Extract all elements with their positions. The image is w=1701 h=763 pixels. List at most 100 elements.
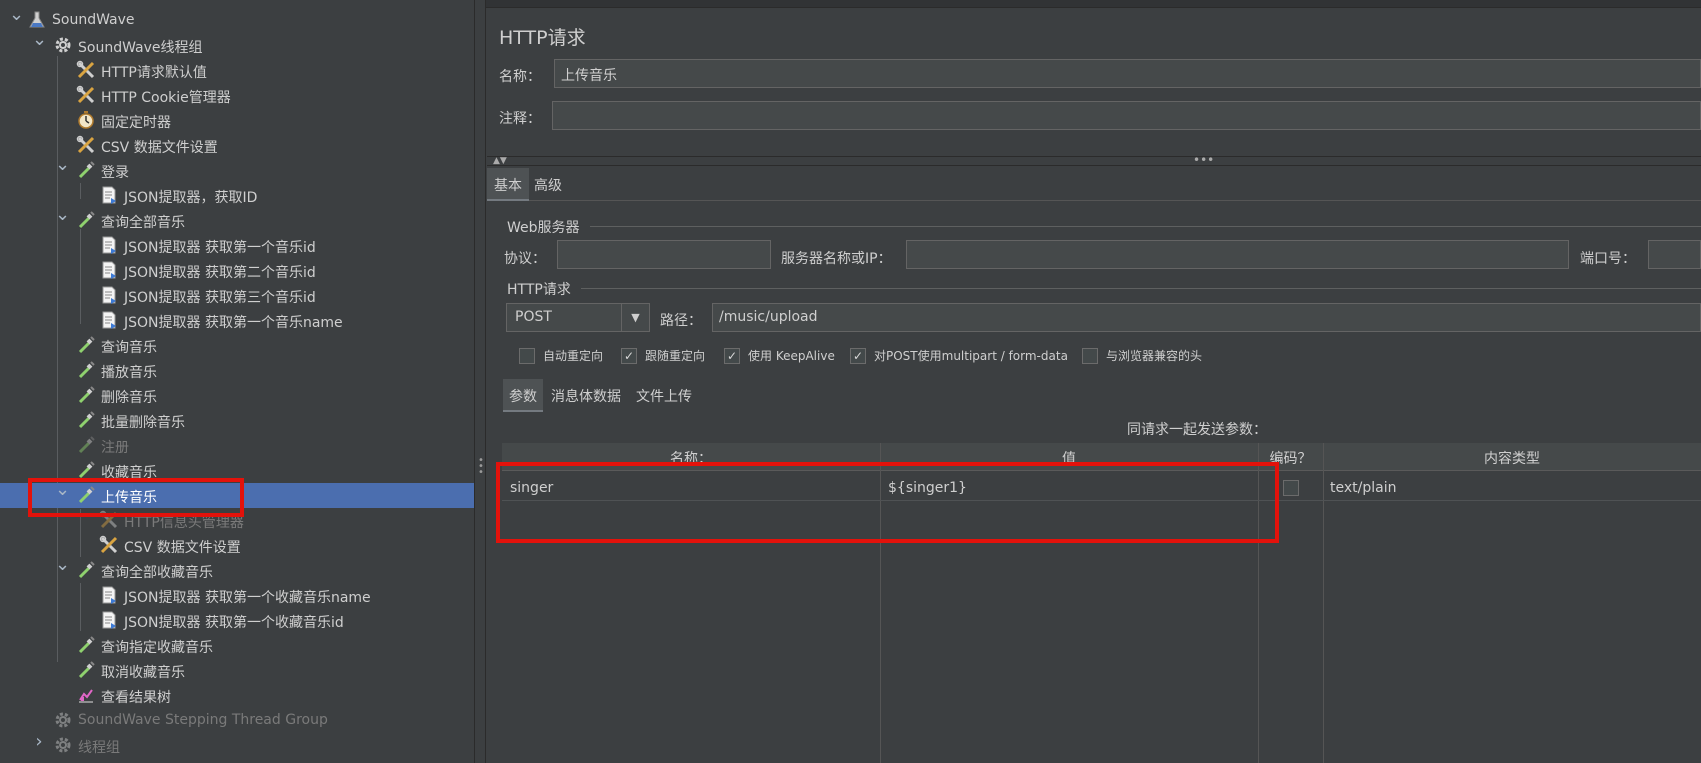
sampler-pipette-icon bbox=[76, 410, 96, 430]
chevron-right-icon[interactable]: › bbox=[32, 733, 46, 751]
chevron-down-icon[interactable]: ⌄ bbox=[9, 6, 24, 24]
tab-file-upload[interactable]: 文件上传 bbox=[630, 379, 698, 412]
collapse-divider[interactable]: ▲▼ ••• bbox=[487, 153, 1701, 167]
tree-item-label: HTTP信息头管理器 bbox=[124, 515, 244, 531]
tree-item[interactable]: SoundWave Stepping Thread Group bbox=[0, 708, 474, 733]
tab-advanced[interactable]: 高级 bbox=[527, 168, 569, 201]
column-header-value[interactable]: 值 bbox=[880, 448, 1258, 468]
tree-item[interactable]: 固定定时器 bbox=[0, 108, 474, 133]
tree-item[interactable]: JSON提取器，获取ID bbox=[0, 183, 474, 208]
keepalive-checkbox[interactable]: ✓ 使用 KeepAlive bbox=[724, 347, 835, 364]
checkbox-label: 与浏览器兼容的头 bbox=[1106, 349, 1203, 363]
tree-item[interactable]: ⌄ 上传音乐 bbox=[0, 481, 474, 508]
tree-item[interactable]: ⌄ 登录 bbox=[0, 156, 474, 183]
tab-body-data[interactable]: 消息体数据 bbox=[545, 379, 627, 412]
tree-item[interactable]: HTTP请求默认值 bbox=[0, 58, 474, 83]
tab-parameters[interactable]: 参数 bbox=[503, 379, 543, 412]
param-name-cell[interactable]: singer bbox=[510, 480, 553, 496]
port-field[interactable] bbox=[1648, 240, 1701, 269]
name-field[interactable]: 上传音乐 bbox=[554, 59, 1701, 88]
chevron-down-icon[interactable]: ▼ bbox=[621, 304, 649, 331]
tree-item-label: HTTP请求默认值 bbox=[101, 65, 207, 81]
tree-item[interactable]: 取消收藏音乐 bbox=[0, 658, 474, 683]
tree-item-label: 查询全部音乐 bbox=[101, 215, 185, 231]
sampler-pipette-icon bbox=[76, 160, 96, 180]
comment-field[interactable] bbox=[552, 101, 1701, 130]
tree-item-label: SoundWave线程组 bbox=[78, 40, 203, 56]
checkmark-icon[interactable]: ✓ bbox=[724, 347, 740, 364]
tree-item[interactable]: ⌄ 查询全部收藏音乐 bbox=[0, 556, 474, 583]
table-caption: 同请求一起发送参数： bbox=[1127, 422, 1267, 438]
chevron-down-icon[interactable]: ⌄ bbox=[55, 556, 70, 574]
tree-item[interactable]: HTTP信息头管理器 bbox=[0, 508, 474, 533]
sampler-pipette-icon bbox=[76, 335, 96, 355]
tree-item[interactable]: ⌄ 查询全部音乐 bbox=[0, 206, 474, 233]
chevron-down-icon[interactable]: ⌄ bbox=[32, 31, 47, 49]
checkbox-label: 使用 KeepAlive bbox=[748, 349, 835, 363]
test-plan-tree[interactable]: ⌄ SoundWave ⌄ SoundWave线程组 HTTP请求默认值 HTTP Coo… bbox=[0, 0, 474, 763]
chevron-down-icon[interactable]: ⌄ bbox=[55, 206, 70, 224]
config-wrench-icon bbox=[76, 60, 96, 80]
tree-item[interactable]: ⌄ SoundWave bbox=[0, 6, 474, 33]
tree-item[interactable]: ⌄ SoundWave线程组 bbox=[0, 31, 474, 58]
tree-item-label: CSV 数据文件设置 bbox=[101, 140, 218, 156]
tab-basic[interactable]: 基本 bbox=[487, 168, 529, 201]
tree-item[interactable]: 查看结果树 bbox=[0, 683, 474, 708]
tree-item-label: 查看结果树 bbox=[101, 690, 171, 706]
tree-item-label: 删除音乐 bbox=[101, 390, 157, 406]
tree-item[interactable]: 播放音乐 bbox=[0, 358, 474, 383]
tree-item[interactable]: CSV 数据文件设置 bbox=[0, 133, 474, 158]
tree-item[interactable]: 收藏音乐 bbox=[0, 458, 474, 483]
param-value-cell[interactable]: ${singer1} bbox=[888, 480, 967, 496]
content-type-cell[interactable]: text/plain bbox=[1330, 480, 1396, 496]
sampler-pipette-icon bbox=[76, 635, 96, 655]
tree-item[interactable]: JSON提取器 获取第一个收藏音乐name bbox=[0, 583, 474, 608]
row-divider bbox=[502, 500, 1701, 501]
collapse-arrows-icon[interactable]: ▲▼ bbox=[493, 156, 507, 166]
chevron-down-icon[interactable]: ⌄ bbox=[55, 481, 70, 499]
listener-graph-icon bbox=[76, 685, 96, 705]
drag-handle-icon[interactable]: ••• bbox=[1193, 153, 1214, 167]
browser-compatible-headers-checkbox[interactable]: 与浏览器兼容的头 bbox=[1082, 347, 1202, 364]
path-field[interactable]: /music/upload bbox=[712, 303, 1701, 332]
tree-item[interactable]: JSON提取器 获取第一个音乐name bbox=[0, 308, 474, 333]
web-server-group-title: Web服务器 bbox=[507, 220, 580, 236]
protocol-field[interactable] bbox=[557, 240, 771, 269]
tree-item[interactable]: 删除音乐 bbox=[0, 383, 474, 408]
tree-item[interactable]: 查询指定收藏音乐 bbox=[0, 633, 474, 658]
chevron-down-icon[interactable]: ⌄ bbox=[55, 156, 70, 174]
column-header-encode[interactable]: 编码？ bbox=[1258, 448, 1323, 468]
column-header-content-type[interactable]: 内容类型 bbox=[1323, 448, 1701, 468]
tree-item[interactable]: CSV 数据文件设置 bbox=[0, 533, 474, 558]
checkbox-box[interactable] bbox=[1082, 347, 1098, 364]
server-field[interactable] bbox=[906, 240, 1569, 269]
checkmark-icon[interactable]: ✓ bbox=[621, 347, 637, 364]
parameters-table-body[interactable] bbox=[502, 471, 1701, 763]
tree-item[interactable]: JSON提取器 获取第一个音乐id bbox=[0, 233, 474, 258]
tree-item-label: HTTP Cookie管理器 bbox=[101, 90, 231, 106]
sampler-pipette-icon bbox=[76, 210, 96, 230]
tree-item[interactable]: JSON提取器 获取第一个收藏音乐id bbox=[0, 608, 474, 633]
split-pane-divider[interactable]: • • • bbox=[474, 0, 486, 763]
tree-item[interactable]: HTTP Cookie管理器 bbox=[0, 83, 474, 108]
encode-checkbox[interactable] bbox=[1283, 480, 1299, 496]
follow-redirect-checkbox[interactable]: ✓ 跟随重定向 bbox=[621, 347, 705, 364]
method-select[interactable]: POST ▼ bbox=[506, 303, 650, 332]
tree-item-label: JSON提取器 获取第一个收藏音乐id bbox=[124, 615, 344, 631]
tree-item[interactable]: 查询音乐 bbox=[0, 333, 474, 358]
tree-item-label: JSON提取器 获取第一个收藏音乐name bbox=[124, 590, 371, 606]
column-header-name[interactable]: 名称： bbox=[502, 448, 880, 468]
tree-item[interactable]: JSON提取器 获取第三个音乐id bbox=[0, 283, 474, 308]
tree-item-label: 取消收藏音乐 bbox=[101, 665, 185, 681]
tree-item[interactable]: › 线程组 bbox=[0, 733, 474, 758]
tree-item[interactable]: 注册 bbox=[0, 433, 474, 458]
tree-item[interactable]: JSON提取器 获取第二个音乐id bbox=[0, 258, 474, 283]
checkmark-icon[interactable]: ✓ bbox=[850, 347, 866, 364]
multipart-checkbox[interactable]: ✓ 对POST使用multipart / form-data bbox=[850, 347, 1068, 364]
column-divider bbox=[880, 443, 881, 763]
parameters-table-header: 名称： 值 编码？ 内容类型 bbox=[502, 443, 1701, 471]
config-wrench-icon bbox=[99, 510, 119, 530]
checkbox-box[interactable] bbox=[519, 347, 535, 364]
tree-item[interactable]: 批量删除音乐 bbox=[0, 408, 474, 433]
auto-redirect-checkbox[interactable]: 自动重定向 bbox=[519, 347, 603, 364]
